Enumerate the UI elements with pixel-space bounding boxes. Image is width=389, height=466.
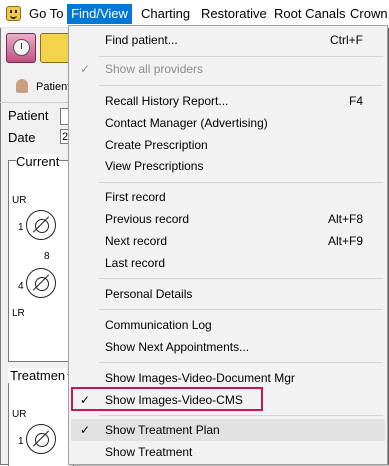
menu-item-last-record[interactable]: Last record xyxy=(71,252,385,274)
menu-item-show-images-video-document-mgr[interactable]: Show Images-Video-Document Mgr xyxy=(71,367,385,389)
menu-item-first-record[interactable]: First record xyxy=(71,186,385,208)
ur-label: UR xyxy=(12,409,27,420)
tooth-diagram[interactable] xyxy=(26,210,56,240)
tooth-diagram[interactable] xyxy=(26,424,56,454)
menu-item-find-patient[interactable]: Find patient... Ctrl+F xyxy=(71,29,385,51)
lr-label: LR xyxy=(12,308,25,319)
current-panel-title: Current xyxy=(16,154,60,169)
menu-item-previous-record[interactable]: Previous record Alt+F8 xyxy=(71,208,385,230)
toolbar xyxy=(4,33,70,66)
menu-restorative[interactable]: Restorative xyxy=(201,5,267,24)
person-icon xyxy=(16,79,28,93)
menu-separator xyxy=(99,56,383,57)
divider xyxy=(0,102,70,103)
tooth-number: 1 xyxy=(18,436,24,447)
menu-separator xyxy=(99,362,383,363)
menu-bar: Go To Find/View Charting Restorative Roo… xyxy=(0,0,389,28)
check-icon: ✓ xyxy=(80,62,91,76)
menu-root-canals[interactable]: Root Canals xyxy=(274,5,346,24)
menu-item-next-record[interactable]: Next record Alt+F9 xyxy=(71,230,385,252)
menu-item-personal-details[interactable]: Personal Details xyxy=(71,283,385,305)
menu-item-recall-history-report[interactable]: Recall History Report... F4 xyxy=(71,90,385,112)
menu-item-show-all-providers: ✓ Show all providers xyxy=(71,58,385,80)
menu-crown[interactable]: Crown xyxy=(350,5,388,24)
menu-separator xyxy=(99,309,383,310)
patient-field-label: Patient xyxy=(8,108,49,123)
tooth-diagram[interactable] xyxy=(26,268,56,298)
menu-separator xyxy=(99,415,383,416)
highlight-callout-box xyxy=(71,387,263,411)
menu-separator xyxy=(99,85,383,86)
menu-item-show-treatment-plan[interactable]: ✓ Show Treatment Plan xyxy=(71,419,385,441)
app-smiley-icon[interactable] xyxy=(6,6,21,21)
menu-find-view[interactable]: Find/View xyxy=(67,4,132,24)
menu-item-show-next-appointments[interactable]: Show Next Appointments... xyxy=(71,336,385,358)
menu-separator xyxy=(99,182,383,183)
smiley-icon[interactable] xyxy=(40,33,70,63)
menu-separator xyxy=(99,278,383,279)
menu-charting[interactable]: Charting xyxy=(141,5,190,24)
clock-icon[interactable] xyxy=(6,33,36,63)
current-chart-panel xyxy=(8,160,74,362)
tooth-number: 8 xyxy=(44,251,50,262)
tooth-number: 4 xyxy=(18,281,24,292)
check-icon: ✓ xyxy=(80,423,91,437)
date-field-label: Date xyxy=(8,130,36,145)
treatment-panel-title: Treatmen xyxy=(8,368,68,383)
menu-item-create-prescription[interactable]: Create Prescription xyxy=(71,134,385,156)
menu-item-communication-log[interactable]: Communication Log xyxy=(71,314,385,336)
ur-label: UR xyxy=(12,195,27,206)
menu-item-show-treatment[interactable]: Show Treatment xyxy=(71,441,385,463)
menu-goto[interactable]: Go To xyxy=(29,5,63,24)
patient-button[interactable]: Patient xyxy=(10,76,70,98)
patient-button-label: Patient xyxy=(36,81,71,93)
tooth-number: 1 xyxy=(18,222,24,233)
menu-item-view-prescriptions[interactable]: View Prescriptions xyxy=(71,155,385,177)
menu-item-contact-manager[interactable]: Contact Manager (Advertising) xyxy=(71,112,385,134)
